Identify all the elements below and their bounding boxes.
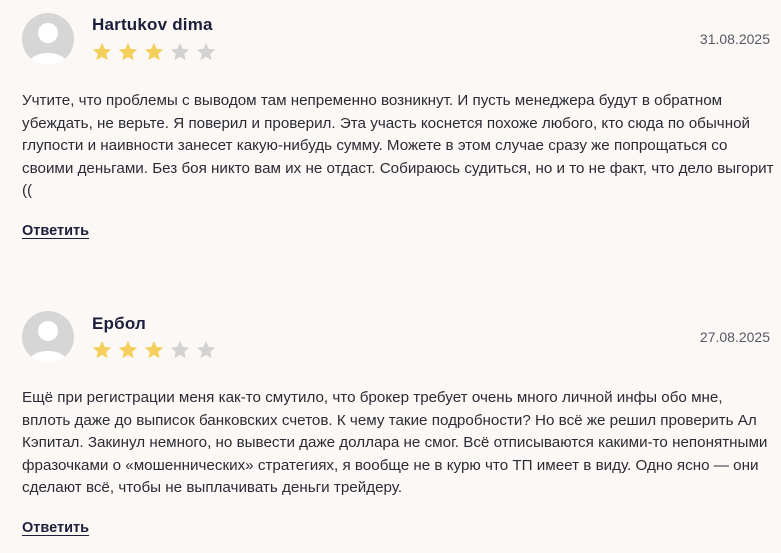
review-card: Ербол 27.08.2025 Ещё при регистрации мен… bbox=[0, 0, 781, 553]
star-icon bbox=[118, 340, 138, 359]
star-icon bbox=[92, 340, 112, 359]
reply-link[interactable]: Ответить bbox=[22, 520, 89, 536]
star-icon bbox=[144, 340, 164, 359]
star-icon bbox=[196, 340, 216, 359]
rating-stars bbox=[91, 339, 217, 361]
star-icon bbox=[170, 340, 190, 359]
review-text: Ещё при регистрации меня как-то смутило,… bbox=[22, 389, 768, 496]
review-date: 27.08.2025 bbox=[699, 329, 770, 345]
review-author: Ербол bbox=[92, 314, 146, 333]
avatar-icon bbox=[22, 311, 74, 363]
